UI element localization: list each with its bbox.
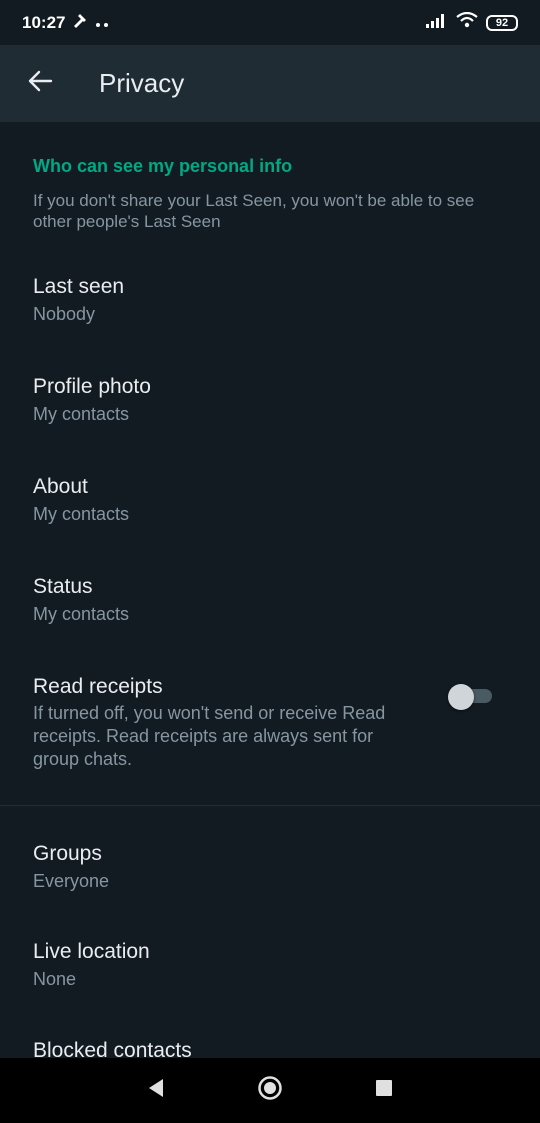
setting-title: Live location xyxy=(33,940,150,963)
read-receipts-toggle[interactable] xyxy=(448,684,492,710)
setting-value: My contacts xyxy=(33,604,130,624)
toggle-thumb xyxy=(448,684,474,710)
setting-title: Last seen xyxy=(33,275,125,298)
setting-live-location[interactable]: Live location None xyxy=(0,939,540,991)
divider xyxy=(0,805,540,806)
nav-home-button[interactable] xyxy=(213,1058,327,1123)
privacy-screen: 10:27 92 Privacy Who can see my personal… xyxy=(0,0,540,1123)
battery-icon: 92 xyxy=(486,14,518,31)
setting-value: Everyone xyxy=(33,871,110,891)
back-button[interactable] xyxy=(0,45,80,122)
setting-title: Status xyxy=(33,575,93,598)
status-bar: 10:27 92 xyxy=(0,0,540,45)
signal-icon xyxy=(426,13,448,33)
system-nav-bar xyxy=(0,1058,540,1123)
setting-groups[interactable]: Groups Everyone xyxy=(0,841,540,893)
triangle-back-icon xyxy=(147,1078,165,1103)
setting-value: None xyxy=(33,969,77,989)
setting-last-seen[interactable]: Last seen Nobody xyxy=(0,274,540,326)
page-title: Privacy xyxy=(99,68,185,98)
more-dots-icon xyxy=(95,13,109,33)
setting-value: My contacts xyxy=(33,504,130,524)
circle-home-icon xyxy=(257,1075,283,1106)
section-header: Who can see my personal info xyxy=(33,156,293,176)
wifi-icon xyxy=(456,11,478,33)
status-time: 10:27 xyxy=(22,12,66,32)
section-description: If you don't share your Last Seen, you w… xyxy=(33,191,475,231)
setting-about[interactable]: About My contacts xyxy=(0,474,540,526)
setting-title: Profile photo xyxy=(33,375,151,398)
nav-back-button[interactable] xyxy=(99,1058,213,1123)
square-recents-icon xyxy=(375,1079,393,1102)
setting-value: My contacts xyxy=(33,404,130,424)
setting-read-receipts[interactable]: Read receipts If turned off, you won't s… xyxy=(0,674,540,774)
setting-title: Groups xyxy=(33,842,102,865)
setting-profile-photo[interactable]: Profile photo My contacts xyxy=(0,374,540,426)
arrow-left-icon xyxy=(27,70,53,97)
setting-status[interactable]: Status My contacts xyxy=(0,574,540,626)
hammer-icon xyxy=(71,11,89,34)
setting-title: About xyxy=(33,475,88,498)
setting-description: If turned off, you won't send or receive… xyxy=(33,703,386,769)
nav-recents-button[interactable] xyxy=(327,1058,441,1123)
setting-title: Blocked contacts xyxy=(33,1039,192,1058)
setting-blocked-contacts[interactable]: Blocked contacts xyxy=(0,1038,540,1058)
privacy-settings-list: Who can see my personal info If you don'… xyxy=(0,122,540,1058)
app-bar: Privacy xyxy=(0,45,540,122)
setting-value: Nobody xyxy=(33,304,96,324)
